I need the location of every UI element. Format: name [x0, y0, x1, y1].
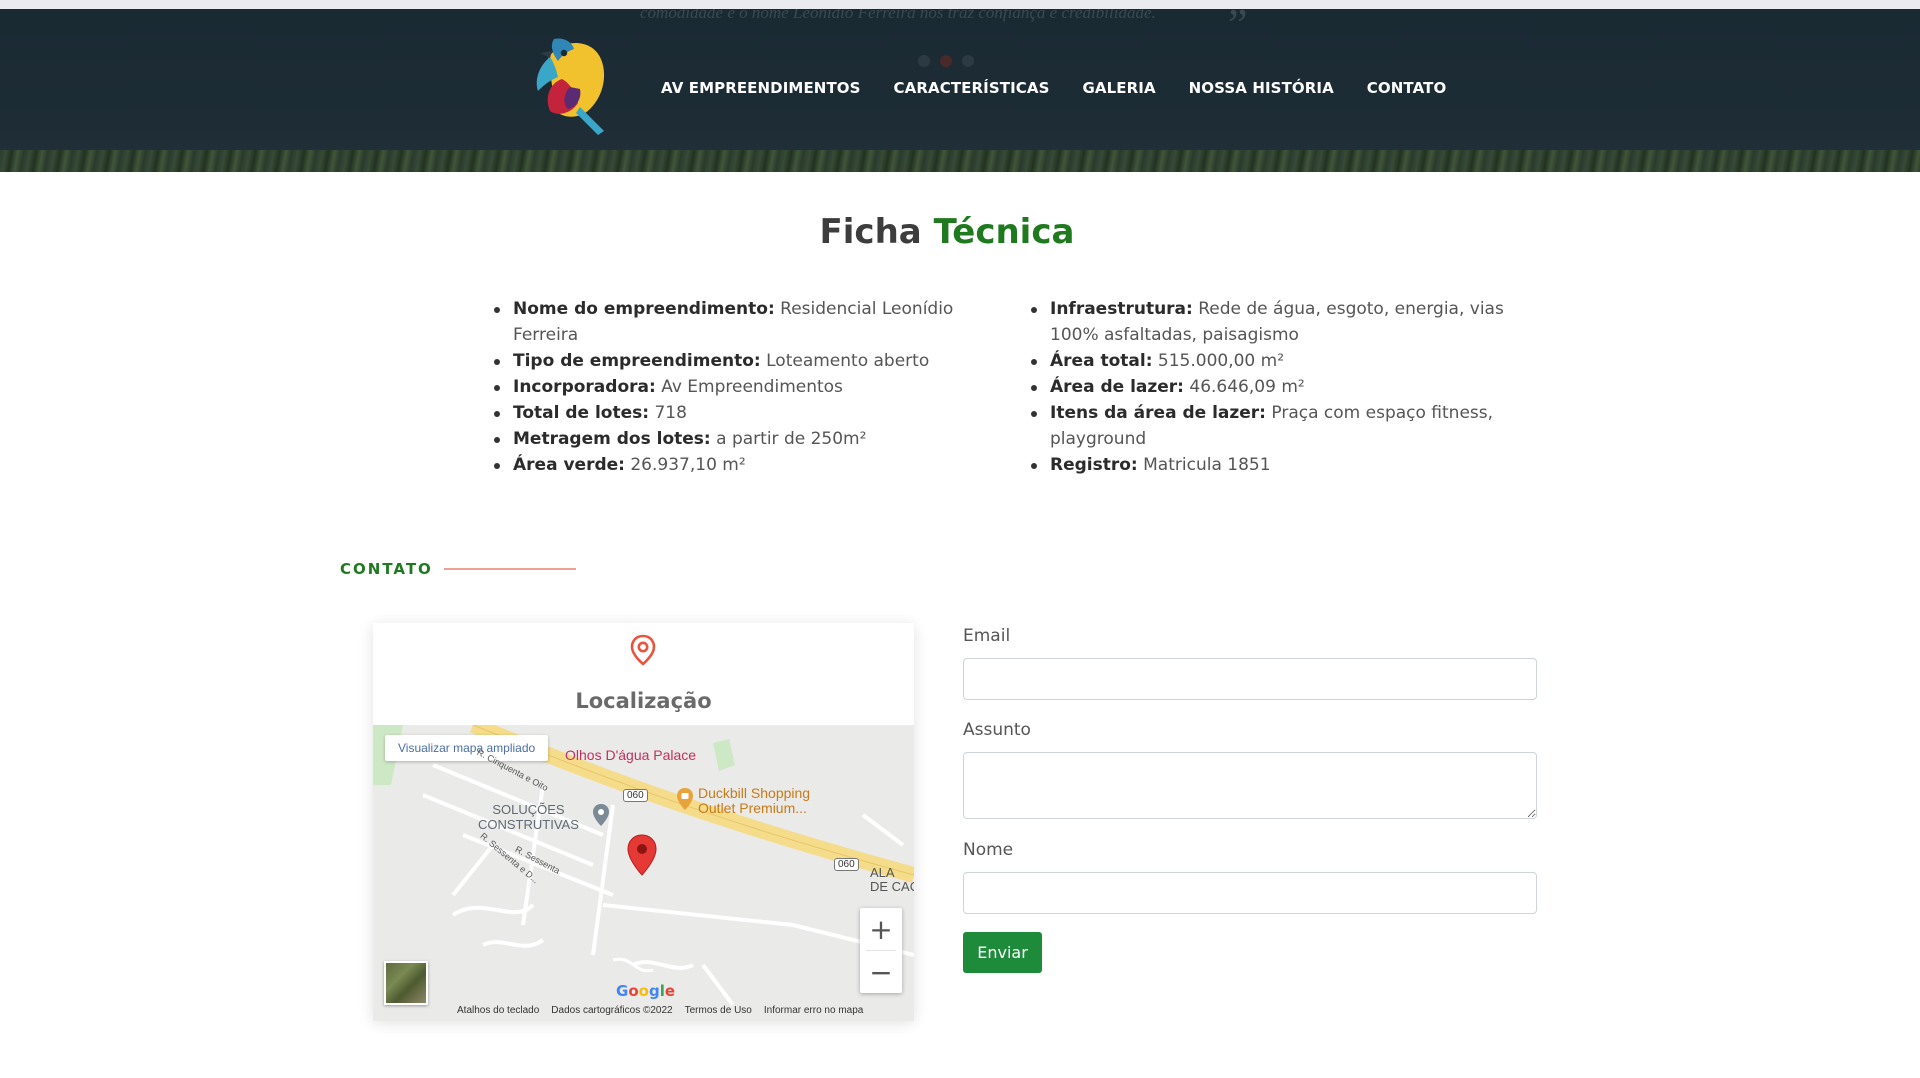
location-title: Localização: [575, 689, 712, 713]
spec-item: Área verde: 26.937,10 m²: [494, 452, 964, 478]
slider-dot-active[interactable]: [940, 55, 952, 67]
map-zoom-control: + −: [860, 908, 902, 993]
nav-nossa-historia[interactable]: NOSSA HISTÓRIA: [1189, 79, 1334, 97]
spec-item: Total de lotes: 718: [494, 400, 964, 426]
poi-solucoes-label[interactable]: SOLUÇÕES CONSTRUTIVAS: [478, 802, 579, 832]
view-larger-map-link[interactable]: Visualizar mapa ampliado: [385, 735, 549, 761]
hero-quote-text: comodidade e o nome Leonídio Ferreira no…: [640, 9, 1156, 22]
subject-textarea[interactable]: [963, 752, 1537, 819]
specs-list-left: Nome do empreendimento: Residencial Leon…: [494, 296, 964, 478]
bird-logo[interactable]: [528, 31, 618, 141]
map-footer: Atalhos do teclado Dados cartográficos ©…: [457, 1005, 863, 1016]
slider-dots: [918, 55, 974, 67]
spec-label: Itens da área de lazer:: [1050, 403, 1266, 423]
subject-label: Assunto: [963, 720, 1031, 740]
spec-value: Loteamento aberto: [766, 351, 930, 371]
spec-item: Incorporadora: Av Empreendimentos: [494, 374, 964, 400]
map-marker-icon[interactable]: [627, 834, 657, 876]
ficha-tecnica-title: Ficha Técnica: [0, 212, 1894, 252]
title-plain: Ficha: [819, 212, 922, 252]
poi-ala-label: ALA DE CAC: [870, 866, 914, 894]
terms-link[interactable]: Termos de Uso: [685, 1005, 752, 1016]
spec-label: Tipo de empreendimento:: [513, 351, 761, 371]
spec-label: Incorporadora:: [513, 377, 656, 397]
title-accent: Técnica: [933, 212, 1075, 252]
send-button[interactable]: Enviar: [963, 932, 1042, 973]
google-logo: Google: [616, 982, 676, 1000]
nav-caracteristicas[interactable]: CARACTERÍSTICAS: [894, 79, 1050, 97]
location-card: Localização Visualizar mapa ampliado Olh…: [373, 623, 914, 1021]
spec-value: Matricula 1851: [1143, 455, 1271, 475]
spec-item: Metragem dos lotes: a partir de 250m²: [494, 426, 964, 452]
spec-label: Área verde:: [513, 455, 625, 475]
spec-item: Tipo de empreendimento: Loteamento abert…: [494, 348, 964, 374]
specs-list-right: Infraestrutura: Rede de água, esgoto, en…: [1031, 296, 1531, 478]
road-number-badge: 060: [623, 789, 648, 802]
top-strip: [0, 0, 1920, 9]
road-number-badge: 060: [834, 858, 859, 871]
spec-label: Área total:: [1050, 351, 1153, 371]
poi-solucoes-line-1: SOLUÇÕES: [492, 802, 565, 817]
shopping-pin-icon[interactable]: [676, 787, 694, 811]
spec-value: 718: [654, 403, 687, 423]
spec-item: Área total: 515.000,00 m²: [1031, 348, 1531, 374]
poi-duckbill-line-1: Duckbill Shopping: [698, 785, 811, 801]
name-field[interactable]: [963, 872, 1537, 914]
spec-value: 26.937,10 m²: [630, 455, 746, 475]
zoom-out-button[interactable]: −: [860, 951, 902, 993]
header-background-foliage: [0, 150, 1920, 172]
section-divider: [444, 568, 576, 570]
spec-label: Infraestrutura:: [1050, 299, 1193, 319]
email-field[interactable]: [963, 658, 1537, 700]
spec-item: Registro: Matricula 1851: [1031, 452, 1531, 478]
spec-value: a partir de 250m²: [716, 429, 867, 449]
report-error-link[interactable]: Informar erro no mapa: [764, 1005, 864, 1016]
slider-dot[interactable]: [962, 55, 974, 67]
poi-duckbill-line-2: Outlet Premium...: [698, 800, 807, 816]
spec-label: Área de lazer:: [1050, 377, 1184, 397]
spec-value: Av Empreendimentos: [661, 377, 843, 397]
poi-solucoes-line-2: CONSTRUTIVAS: [478, 817, 579, 832]
spec-label: Metragem dos lotes:: [513, 429, 711, 449]
spec-item: Área de lazer: 46.646,09 m²: [1031, 374, 1531, 400]
satellite-toggle[interactable]: [384, 961, 428, 1005]
map-data-attribution: Dados cartográficos ©2022: [551, 1005, 673, 1016]
spec-item: Infraestrutura: Rede de água, esgoto, en…: [1031, 296, 1531, 348]
poi-olhos-dagua-label[interactable]: Olhos D'água Palace: [565, 747, 696, 763]
spec-label: Nome do empreendimento:: [513, 299, 775, 319]
nav-contato[interactable]: CONTATO: [1367, 79, 1447, 97]
slider-dot[interactable]: [918, 55, 930, 67]
spec-label: Total de lotes:: [513, 403, 650, 423]
spec-item: Itens da área de lazer: Praça com espaço…: [1031, 400, 1531, 452]
contato-section-label: CONTATO: [340, 560, 433, 578]
quote-mark-icon: ”: [1228, 9, 1248, 49]
name-label: Nome: [963, 840, 1014, 860]
poi-ala-line-2: DE CAC: [870, 879, 914, 894]
spec-item: Nome do empreendimento: Residencial Leon…: [494, 296, 964, 348]
email-label: Email: [963, 626, 1011, 646]
spec-value: 46.646,09 m²: [1189, 377, 1305, 397]
keyboard-shortcuts-link[interactable]: Atalhos do teclado: [457, 1005, 539, 1016]
zoom-in-button[interactable]: +: [860, 908, 902, 950]
nav-galeria[interactable]: GALERIA: [1082, 79, 1155, 97]
site-header: comodidade e o nome Leonídio Ferreira no…: [0, 9, 1920, 172]
main-nav: AV EMPREENDIMENTOS CARACTERÍSTICAS GALER…: [661, 79, 1446, 97]
embedded-map[interactable]: Visualizar mapa ampliado Olhos D'água Pa…: [373, 725, 914, 1021]
business-pin-icon[interactable]: [592, 803, 610, 827]
spec-label: Registro:: [1050, 455, 1138, 475]
spec-value: 515.000,00 m²: [1157, 351, 1285, 371]
poi-ala-line-1: ALA: [870, 865, 895, 880]
nav-av-empreendimentos[interactable]: AV EMPREENDIMENTOS: [661, 79, 861, 97]
poi-duckbill-label[interactable]: Duckbill Shopping Outlet Premium...: [698, 786, 810, 816]
location-pin-icon: [630, 634, 656, 666]
